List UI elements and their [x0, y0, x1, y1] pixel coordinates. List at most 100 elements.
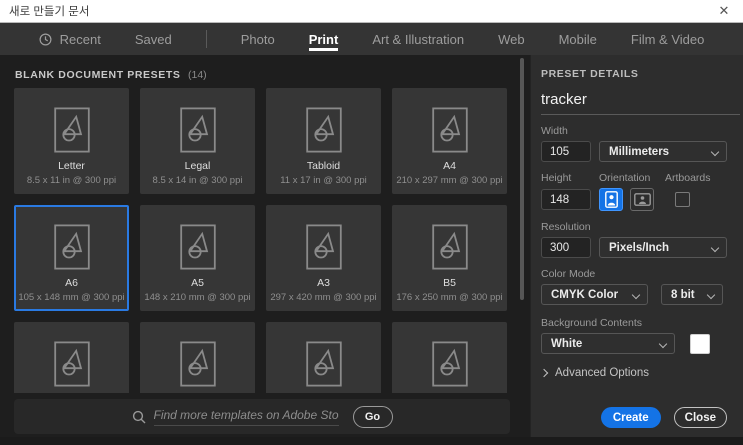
chevron-down-icon — [706, 290, 716, 300]
preset-dims: 8.5 x 11 in @ 300 ppi — [26, 175, 117, 186]
chevron-right-icon — [539, 368, 549, 378]
document-icon — [180, 224, 216, 270]
orientation-label: Orientation — [599, 172, 651, 184]
window-title: 새로 만들기 문서 — [9, 6, 90, 18]
preset-dims: 11 x 17 in @ 300 ppi — [280, 175, 367, 186]
presets-panel: BLANK DOCUMENT PRESETS (14) Letter 8.5 x… — [0, 55, 530, 437]
adobe-stock-searchbar: Go — [14, 399, 510, 434]
preset-dims: 148 x 210 mm @ 300 ppi — [144, 292, 251, 303]
search-input[interactable] — [153, 407, 339, 426]
preset-name: A3 — [317, 277, 330, 289]
height-input[interactable] — [541, 189, 591, 210]
preset-dims: 8.5 x 14 in @ 300 ppi — [152, 175, 243, 186]
resolution-label: Resolution — [541, 221, 591, 233]
presets-header: BLANK DOCUMENT PRESETS (14) — [0, 55, 530, 81]
tab-print[interactable]: Print — [308, 23, 339, 55]
preset-card-letter[interactable]: Letter 8.5 x 11 in @ 300 ppi — [14, 88, 129, 194]
preset-card-a3[interactable]: A3 297 x 420 mm @ 300 ppi — [266, 205, 381, 311]
width-input[interactable] — [541, 141, 591, 162]
preset-card-a6-selected[interactable]: A6 105 x 148 mm @ 300 ppi — [14, 205, 129, 311]
artboards-label: Artboards — [665, 172, 711, 184]
document-icon — [432, 341, 468, 387]
preset-card-a5[interactable]: A5 148 x 210 mm @ 300 ppi — [140, 205, 255, 311]
landscape-icon — [633, 193, 651, 206]
preset-details-title: PRESET DETAILS — [541, 68, 639, 80]
window-close-icon[interactable]: ✕ — [714, 1, 734, 21]
tab-web[interactable]: Web — [498, 23, 525, 55]
tab-divider — [205, 30, 207, 48]
tab-photo[interactable]: Photo — [241, 23, 275, 55]
tab-label: Film & Video — [630, 32, 705, 47]
advanced-options-toggle[interactable]: Advanced Options — [539, 367, 727, 379]
document-name-input[interactable] — [541, 91, 740, 115]
color-mode-dropdown[interactable]: CMYK Color — [541, 284, 648, 305]
units-dropdown[interactable]: Millimeters — [599, 141, 727, 162]
tab-label: Art & Illustration — [372, 32, 465, 47]
dialog-bottom-edge — [0, 437, 743, 445]
background-color-swatch[interactable] — [690, 333, 710, 354]
chevron-down-icon — [710, 243, 720, 253]
tab-label: Saved — [134, 32, 172, 47]
preset-card-partial[interactable] — [140, 322, 255, 393]
tab-recent[interactable]: Recent — [39, 23, 101, 55]
portrait-icon — [604, 191, 618, 208]
preset-card-partial[interactable] — [14, 322, 129, 393]
chevron-down-icon — [710, 147, 720, 157]
preset-card-a4[interactable]: A4 210 x 297 mm @ 300 ppi — [392, 88, 507, 194]
preset-card-tabloid[interactable]: Tabloid 11 x 17 in @ 300 ppi — [266, 88, 381, 194]
units-value: Millimeters — [609, 145, 670, 158]
resolution-input[interactable] — [541, 237, 591, 258]
preset-name: Letter — [58, 160, 85, 172]
tab-film-video[interactable]: Film & Video — [631, 23, 704, 55]
color-mode-label: Color Mode — [541, 268, 596, 280]
document-icon — [180, 341, 216, 387]
bit-depth-value: 8 bit — [671, 288, 695, 301]
preset-name: Legal — [184, 160, 211, 172]
presets-grid: Letter 8.5 x 11 in @ 300 ppi Legal 8.5 x… — [0, 88, 516, 393]
document-icon — [432, 224, 468, 270]
preset-card-b5[interactable]: B5 176 x 250 mm @ 300 ppi — [392, 205, 507, 311]
document-icon — [54, 341, 90, 387]
preset-name: A5 — [191, 277, 204, 289]
go-button[interactable]: Go — [352, 405, 393, 428]
preset-card-partial[interactable] — [392, 322, 507, 393]
document-icon — [306, 341, 342, 387]
artboards-checkbox[interactable] — [675, 192, 690, 207]
document-icon — [54, 224, 90, 270]
preset-name: Tabloid — [306, 160, 341, 172]
resolution-units-value: Pixels/Inch — [609, 241, 670, 254]
search-icon — [132, 410, 145, 423]
new-document-dialog: 새로 만들기 문서 ✕ Recent Saved Photo Print Art… — [0, 0, 743, 445]
clock-icon — [39, 33, 52, 46]
document-icon — [54, 107, 90, 153]
preset-card-legal[interactable]: Legal 8.5 x 14 in @ 300 ppi — [140, 88, 255, 194]
tab-art-illustration[interactable]: Art & Illustration — [372, 23, 464, 55]
bit-depth-dropdown[interactable]: 8 bit — [661, 284, 723, 305]
tab-saved[interactable]: Saved — [135, 23, 172, 55]
background-contents-dropdown[interactable]: White — [541, 333, 675, 354]
chevron-down-icon — [631, 290, 641, 300]
scrollbar-thumb[interactable] — [520, 58, 524, 300]
create-button[interactable]: Create — [600, 407, 661, 428]
background-contents-label: Background Contents — [541, 317, 642, 329]
preset-dims: 176 x 250 mm @ 300 ppi — [396, 292, 503, 303]
resolution-units-dropdown[interactable]: Pixels/Inch — [599, 237, 727, 258]
width-label: Width — [541, 125, 568, 137]
document-icon — [180, 107, 216, 153]
tab-label: Mobile — [558, 32, 597, 47]
orientation-landscape-button[interactable] — [630, 188, 654, 211]
tab-label: Print — [308, 32, 339, 47]
tab-mobile[interactable]: Mobile — [559, 23, 597, 55]
document-icon — [306, 224, 342, 270]
presets-title: BLANK DOCUMENT PRESETS — [15, 69, 181, 81]
close-button[interactable]: Close — [673, 407, 727, 428]
tab-label: Recent — [59, 32, 101, 47]
document-icon — [306, 107, 342, 153]
preset-card-partial[interactable] — [266, 322, 381, 393]
tab-label: Photo — [240, 32, 275, 47]
color-mode-value: CMYK Color — [551, 288, 619, 301]
window-titlebar: 새로 만들기 문서 ✕ — [0, 0, 743, 23]
orientation-portrait-button[interactable] — [599, 188, 623, 211]
preset-dims: 105 x 148 mm @ 300 ppi — [18, 292, 125, 303]
preset-dims: 297 x 420 mm @ 300 ppi — [270, 292, 377, 303]
